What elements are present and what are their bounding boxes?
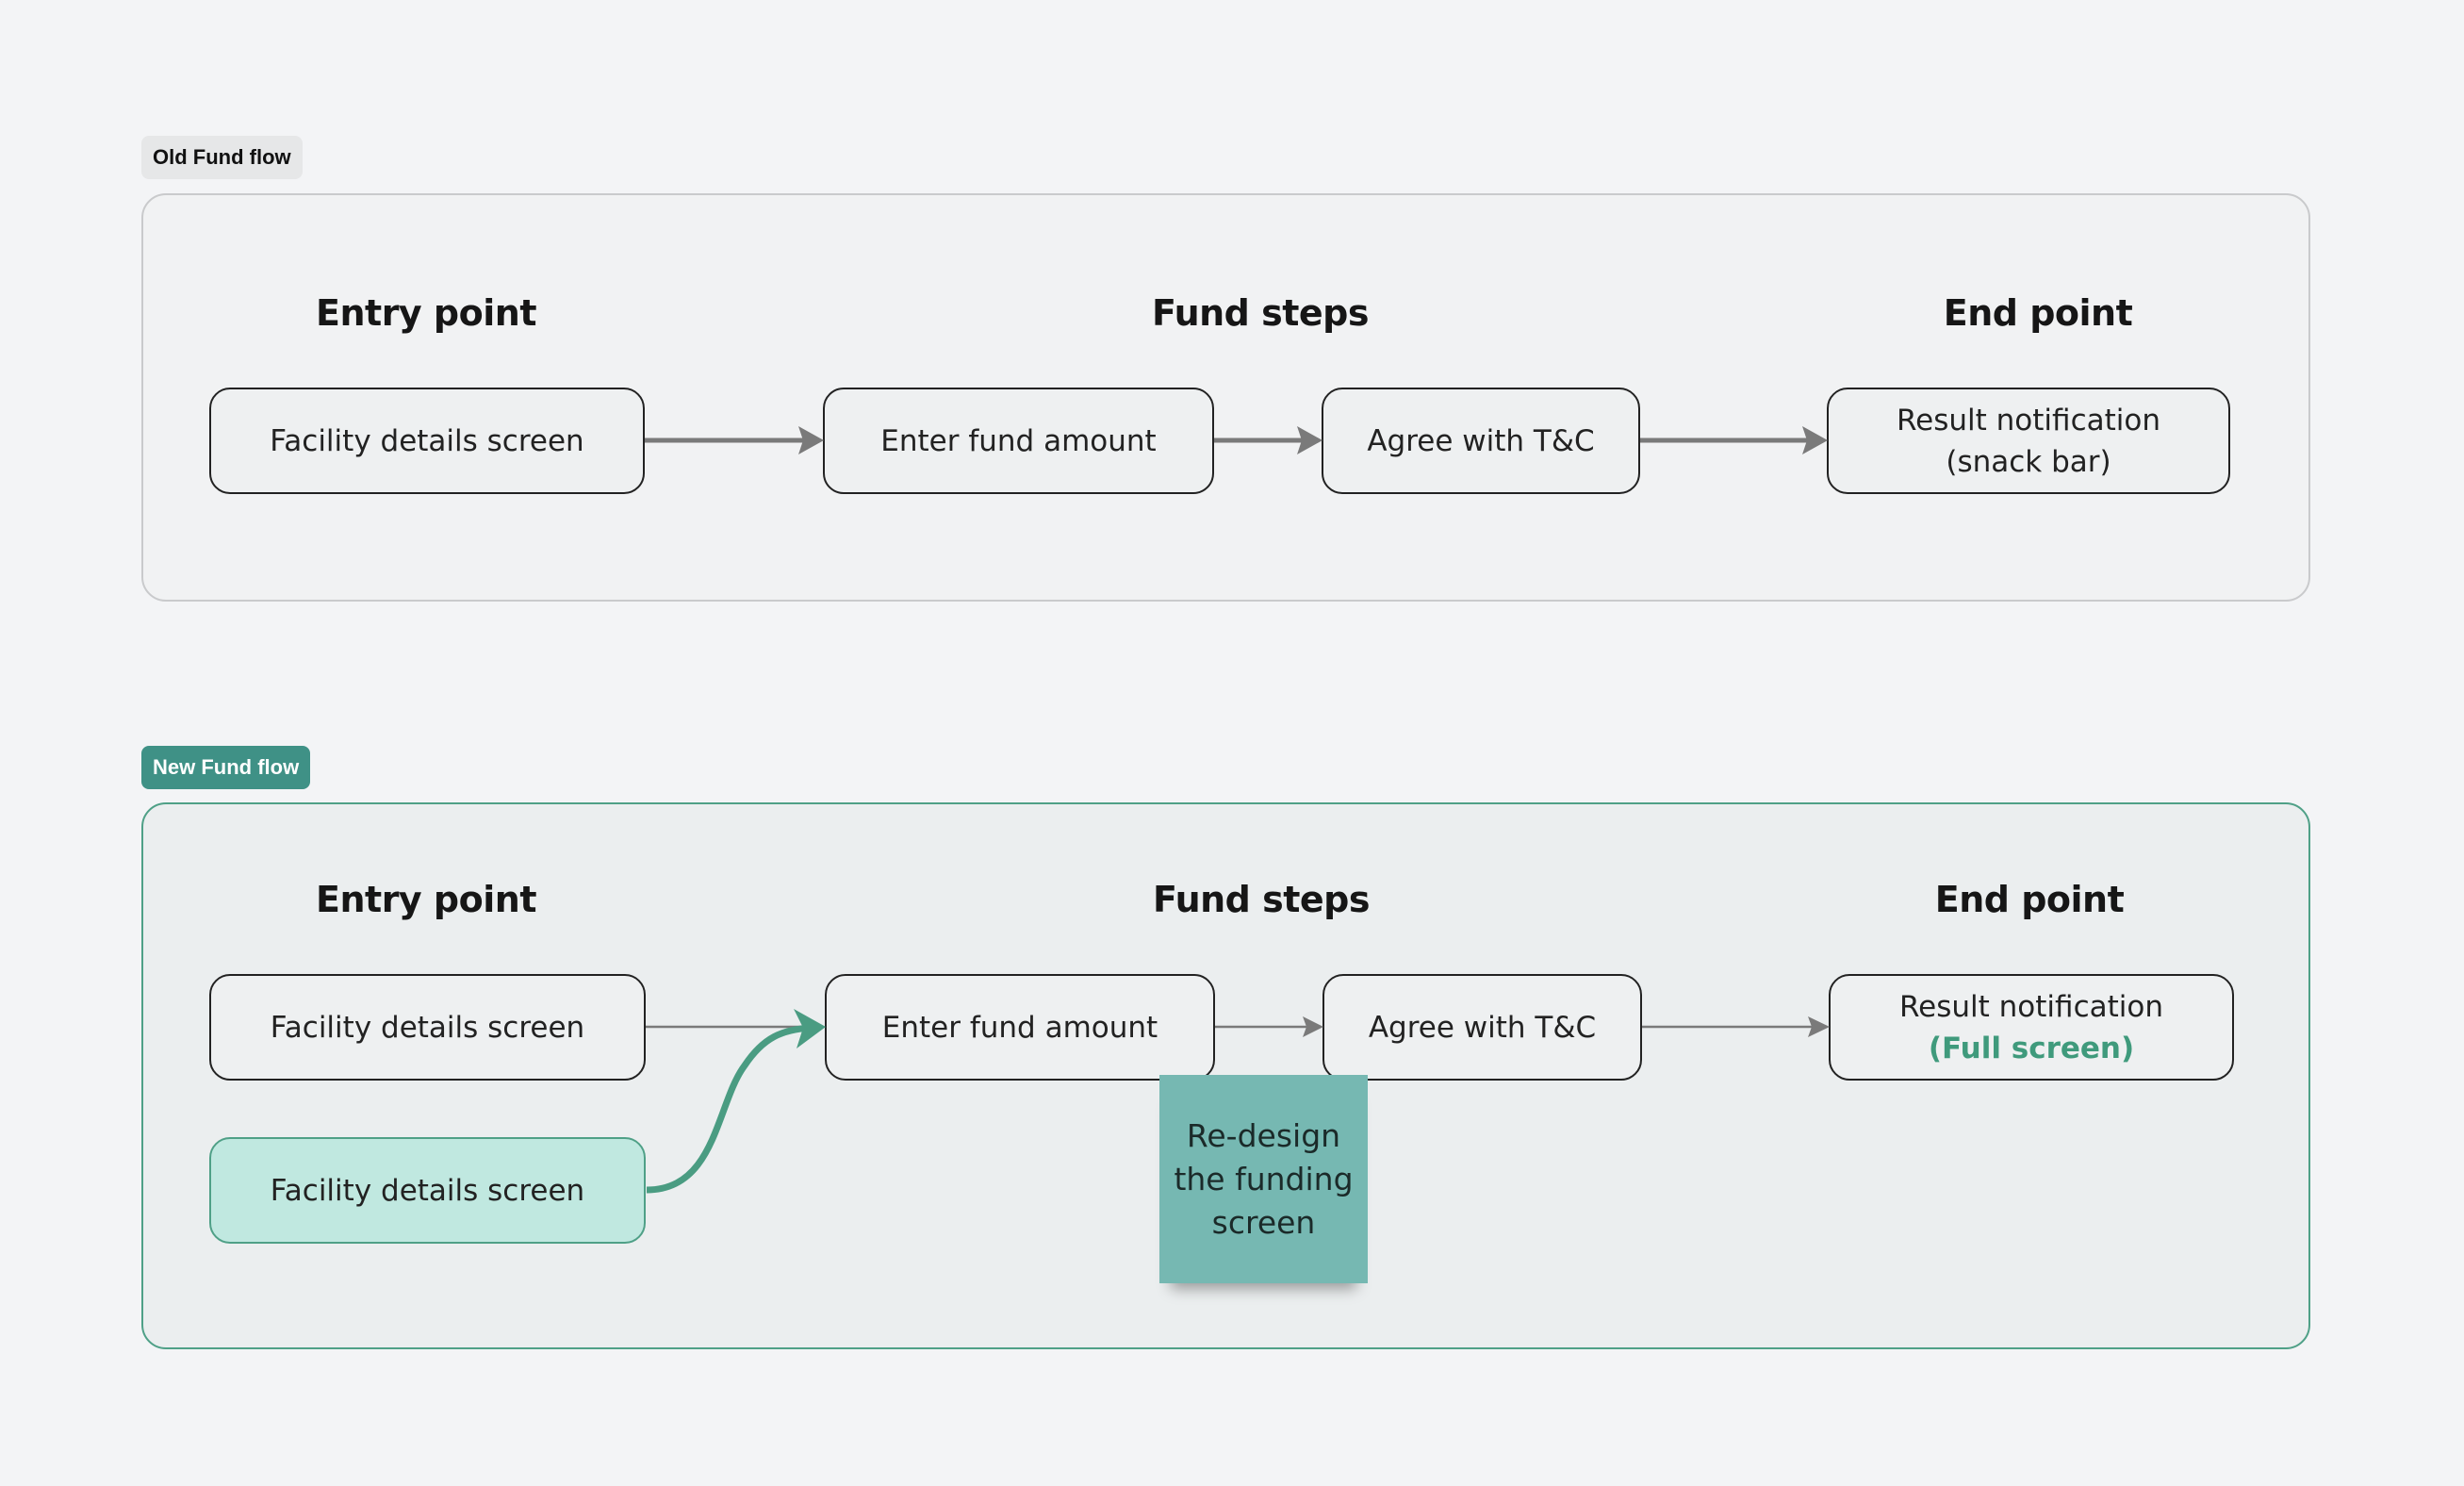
old-agree-node[interactable]: Agree with T&C [1322, 388, 1640, 494]
old-enter-amount-node[interactable]: Enter fund amount [823, 388, 1214, 494]
new-result-node[interactable]: Result notification (Full screen) [1829, 974, 2234, 1081]
node-label-line2: (Full screen) [1928, 1031, 2135, 1065]
node-label: Enter fund amount [881, 1010, 1158, 1045]
new-entry-header: Entry point [316, 879, 536, 920]
old-flow-label: Old Fund flow [141, 136, 303, 179]
new-facility-node-highlighted[interactable]: Facility details screen [209, 1137, 646, 1244]
old-end-header: End point [1943, 292, 2133, 334]
node-label: Facility details screen [270, 1173, 585, 1208]
new-agree-node[interactable]: Agree with T&C [1322, 974, 1642, 1081]
new-facility-node[interactable]: Facility details screen [209, 974, 646, 1081]
node-label: Agree with T&C [1368, 1010, 1597, 1045]
node-label-line1: Result notification [1899, 989, 2163, 1024]
old-steps-header: Fund steps [1152, 292, 1369, 334]
sticky-note-text: Re-design the funding screen [1174, 1116, 1354, 1241]
new-flow-label: New Fund flow [141, 746, 311, 789]
node-label: Facility details screen [270, 423, 584, 458]
node-label-line1: Result notification [1897, 403, 2160, 438]
sticky-note[interactable]: Re-design the funding screen [1159, 1075, 1368, 1283]
node-label: Enter fund amount [880, 423, 1157, 458]
old-entry-header: Entry point [316, 292, 536, 334]
old-facility-node[interactable]: Facility details screen [209, 388, 645, 494]
node-label: Facility details screen [270, 1010, 585, 1045]
new-steps-header: Fund steps [1153, 879, 1370, 920]
new-end-header: End point [1934, 879, 2125, 920]
old-result-node[interactable]: Result notification (snack bar) [1827, 388, 2230, 494]
new-enter-amount-node[interactable]: Enter fund amount [825, 974, 1215, 1081]
node-label: Agree with T&C [1367, 423, 1595, 458]
node-label-line2: (snack bar) [1946, 444, 2111, 479]
